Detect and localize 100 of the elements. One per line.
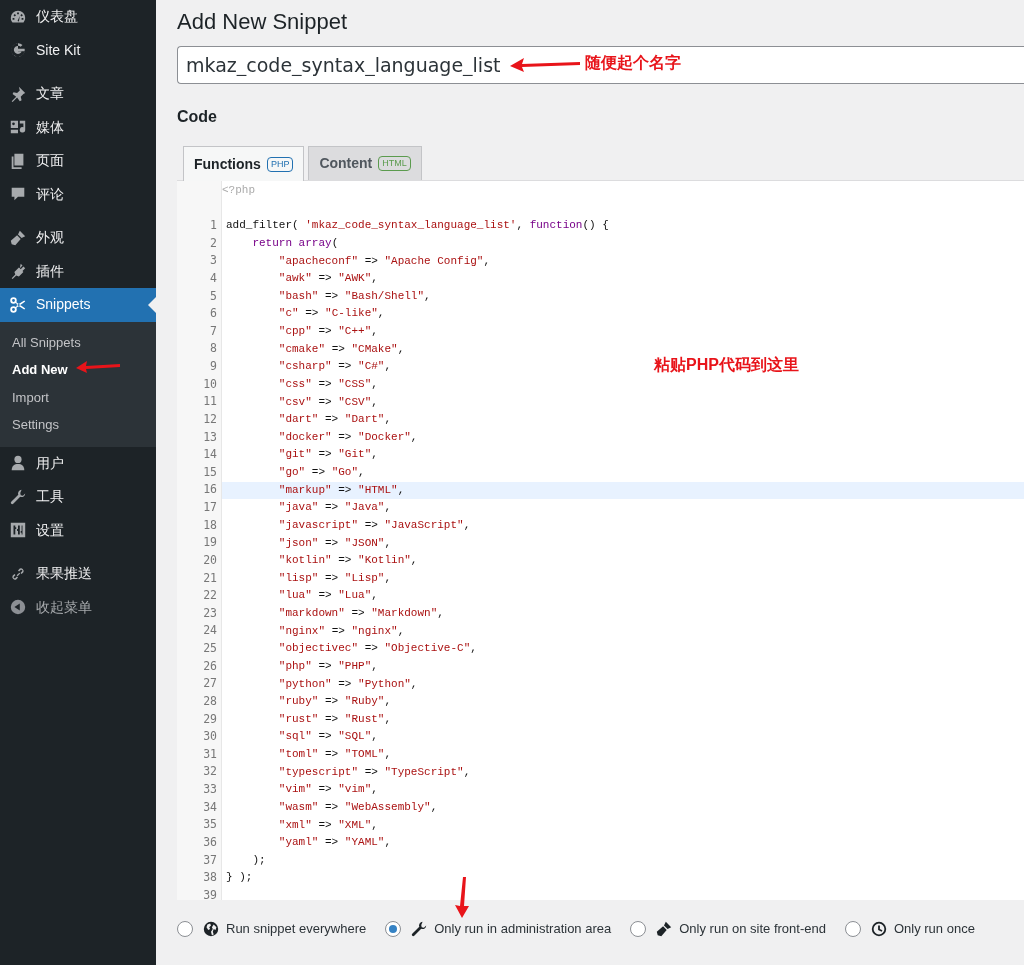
line-number: 12	[202, 410, 218, 428]
option-label: Only run once	[893, 920, 975, 938]
code-line: "css" => "CSS",	[277, 376, 378, 392]
line-number: 15	[202, 463, 218, 481]
tab-label: Functions	[194, 154, 261, 174]
editor-tab[interactable]: Functions PHP	[183, 146, 305, 181]
code-line: "objectivec" => "Objective-C",	[277, 641, 477, 657]
arrow-icon	[76, 361, 120, 373]
line-number: 14	[202, 446, 218, 464]
line-number: 25	[202, 640, 218, 657]
option-label: Only run on site front-end	[679, 920, 826, 938]
radio-button[interactable]	[844, 920, 861, 937]
sidebar-item[interactable]: 页面	[0, 144, 156, 178]
globe-icon	[202, 919, 220, 938]
line-number: 4	[209, 269, 218, 287]
line-number: 39	[202, 886, 218, 904]
sliders-icon	[9, 521, 27, 540]
annotation-text: 随便起个名字	[585, 53, 681, 73]
scissors-icon	[9, 295, 27, 314]
sidebar-item[interactable]: 评论	[0, 177, 156, 211]
code-line: "csharp" => "C#",	[277, 359, 392, 375]
arrow-icon	[510, 58, 580, 72]
line-number: 31	[202, 745, 218, 763]
code-line: "awk" => "AWK",	[277, 271, 378, 287]
code-line: "dart" => "Dart",	[277, 412, 392, 428]
tab-label: Content	[319, 154, 373, 173]
line-number: 27	[202, 675, 218, 693]
editor-tab[interactable]: Content HTML	[308, 146, 422, 180]
radio-button[interactable]	[385, 920, 402, 937]
sidebar-item[interactable]: 外观	[0, 221, 156, 255]
sidebar-item[interactable]: 工具	[0, 480, 156, 514]
line-number: 36	[202, 833, 218, 851]
code-line: "markdown" => "Markdown",	[277, 606, 444, 621]
radio-button[interactable]	[630, 920, 647, 937]
code-line: "cmake" => "CMake",	[277, 341, 405, 357]
line-number: 21	[202, 569, 218, 587]
clock-icon	[869, 919, 888, 938]
plug-icon	[9, 262, 27, 281]
sidebar-item[interactable]: 设置	[0, 513, 156, 547]
code-line: "c" => "C-like",	[277, 306, 385, 322]
code-line: );	[251, 852, 266, 868]
sidebar-item[interactable]: 果果推送	[0, 557, 156, 591]
submenu-item[interactable]: Import	[0, 383, 156, 411]
brush-icon	[9, 228, 27, 247]
code-line: "cpp" => "C++",	[277, 324, 378, 339]
language-tag: HTML	[378, 156, 411, 171]
sidebar-item[interactable]: 媒体	[0, 110, 156, 144]
code-line: "json" => "JSON",	[277, 535, 392, 551]
code-line: "lisp" => "Lisp",	[277, 570, 392, 586]
line-number: 22	[202, 587, 218, 605]
line-number: 34	[202, 798, 218, 816]
code-line: "docker" => "Docker",	[277, 429, 418, 445]
annotation-text: 粘贴PHP代码到这里	[654, 355, 799, 375]
code-header: <?php	[222, 183, 256, 198]
code-line: "kotlin" => "Kotlin",	[277, 553, 418, 569]
line-number: 3	[209, 252, 218, 270]
line-number: 16	[202, 481, 218, 499]
sidebar-item[interactable]: Snippets	[0, 288, 156, 322]
line-number: 35	[202, 816, 218, 834]
line-number: 20	[202, 551, 218, 569]
sidebar-item[interactable]: Site Kit	[0, 33, 156, 67]
code-line: "java" => "Java",	[277, 500, 392, 516]
wrench-icon	[9, 487, 27, 506]
brush-icon	[655, 919, 674, 938]
line-number: 7	[209, 322, 218, 340]
option-label: Only run in administration area	[434, 920, 612, 938]
submenu-item[interactable]: Add New	[0, 356, 156, 384]
code-line: return array(	[251, 235, 339, 251]
language-tag: PHP	[266, 156, 294, 172]
line-number: 32	[202, 763, 218, 781]
line-number: 13	[202, 428, 218, 446]
code-line: "toml" => "TOML",	[277, 747, 392, 762]
line-number: 2	[209, 234, 218, 252]
line-number: 19	[202, 534, 218, 552]
line-number: 26	[202, 657, 218, 675]
code-line: "typescript" => "TypeScript",	[277, 764, 471, 780]
code-line: "rust" => "Rust",	[277, 711, 392, 727]
sidebar-item[interactable]: 用户	[0, 446, 156, 480]
line-number: 5	[209, 287, 218, 305]
line-number: 17	[202, 499, 218, 516]
code-line: "nginx" => "nginx",	[277, 623, 405, 639]
sidebar-item[interactable]: 文章	[0, 77, 156, 111]
collapse-icon	[9, 598, 27, 617]
submenu-item[interactable]: All Snippets	[0, 328, 156, 356]
line-number: 1	[209, 217, 218, 234]
line-number: 28	[202, 692, 218, 710]
line-number: 11	[202, 393, 218, 411]
sidebar-item[interactable]: 仪表盘	[0, 0, 156, 34]
line-number: 33	[202, 781, 218, 798]
code-line: "markup" => "HTML",	[277, 482, 405, 498]
line-number: 10	[202, 375, 218, 393]
sidebar-item[interactable]: 收起菜单	[0, 590, 156, 624]
submenu-item[interactable]: Settings	[0, 411, 156, 439]
user-icon	[9, 454, 27, 473]
option-label: Run snippet everywhere	[226, 920, 367, 938]
menu-pointer-icon	[148, 296, 156, 313]
line-number: 8	[209, 340, 218, 358]
sidebar-item[interactable]: 插件	[0, 254, 156, 288]
radio-button[interactable]	[177, 920, 193, 937]
code-line: "wasm" => "WebAssembly",	[277, 799, 438, 815]
